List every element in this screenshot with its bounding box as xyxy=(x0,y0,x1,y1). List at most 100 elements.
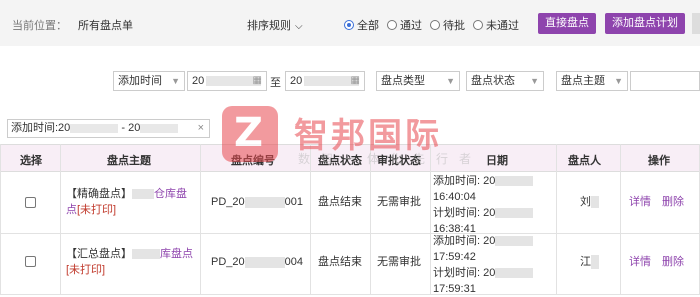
radio-label: 全部 xyxy=(357,20,379,32)
radio-label: 通过 xyxy=(400,20,422,32)
subject-type: 【精确盘点】 xyxy=(66,188,132,200)
col-header-subject: 盘点主题 xyxy=(107,155,151,167)
redacted xyxy=(591,196,599,209)
time-type-select[interactable]: 添加时间 ▼ xyxy=(113,71,185,91)
detail-link[interactable]: 详情 xyxy=(629,194,651,210)
delete-link[interactable]: 删除 xyxy=(662,254,684,270)
date-time: 16:40:04 xyxy=(433,191,476,203)
select-value: 盘点类型 xyxy=(381,75,425,87)
date-label: 添加时间: 20 xyxy=(433,175,496,187)
row-code: PD_20 001 xyxy=(211,194,303,210)
row-subject[interactable]: 【精确盘点】 仓库盘 点[未打印] xyxy=(66,186,194,218)
grid-line xyxy=(200,144,201,295)
chevron-down-icon: ▼ xyxy=(614,76,623,86)
subject-link[interactable]: 库盘点 xyxy=(160,248,193,260)
row-checkbox[interactable] xyxy=(25,197,36,208)
grid-line xyxy=(620,144,621,295)
grid-line xyxy=(556,144,557,295)
inventory-type-select[interactable]: 盘点类型 ▼ xyxy=(376,71,460,91)
date-to-input[interactable]: 20 ▦ xyxy=(285,71,365,91)
radio-all[interactable]: 全部 xyxy=(344,17,379,33)
select-value: 盘点主题 xyxy=(561,75,605,87)
chevron-down-icon: ▼ xyxy=(171,76,180,86)
row-approval: 无需审批 xyxy=(377,196,421,208)
overflow-button[interactable] xyxy=(692,13,700,34)
redacted xyxy=(140,123,179,133)
date-label: 计划时间: 20 xyxy=(433,207,496,219)
radio-approved[interactable]: 通过 xyxy=(387,17,422,33)
row-checkbox[interactable] xyxy=(25,256,36,267)
inventory-status-select[interactable]: 盘点状态 ▼ xyxy=(466,71,544,91)
print-flag: [未打印] xyxy=(66,264,106,276)
row-code: PD_20 004 xyxy=(211,254,303,270)
sort-dropdown[interactable]: 排序规则 ⌵ xyxy=(247,17,303,33)
subject-type: 【汇总盘点】 xyxy=(66,248,132,260)
code-suffix: 004 xyxy=(284,256,303,268)
date-separator: 至 xyxy=(270,77,281,89)
direct-inventory-button[interactable]: 直接盘点 xyxy=(538,13,596,34)
row-status: 盘点结束 xyxy=(318,196,362,208)
row-approval: 无需审批 xyxy=(377,256,421,268)
radio-dot xyxy=(430,20,440,30)
row-subject[interactable]: 【汇总盘点】 库盘点 [未打印] xyxy=(66,246,194,278)
print-flag: [未打印] xyxy=(77,204,117,216)
delete-link[interactable]: 删除 xyxy=(662,194,684,210)
watermark-logo: Z xyxy=(222,106,278,162)
redacted xyxy=(495,268,534,279)
row-divider xyxy=(0,233,700,234)
row-person: 刘 xyxy=(580,194,599,210)
detail-link[interactable]: 详情 xyxy=(629,254,651,270)
tag-prefix: 添加时间:20 xyxy=(11,122,71,134)
radio-label: 未通过 xyxy=(486,20,519,32)
date-time: 17:59:42 xyxy=(433,251,476,263)
date-label: 计划时间: 20 xyxy=(433,267,496,279)
radio-pending[interactable]: 待批 xyxy=(430,17,465,33)
row-dates: 添加时间: 20 17:59:42 计划时间: 20 17:59:31 xyxy=(433,233,553,297)
redacted xyxy=(591,255,599,270)
row-dates: 添加时间: 20 16:40:04 计划时间: 20 16:38:41 xyxy=(433,173,553,237)
col-header-date: 日期 xyxy=(486,155,508,167)
radio-dot xyxy=(344,20,354,30)
row-person: 江 xyxy=(580,254,599,270)
tag-mid: - 20 xyxy=(118,122,141,134)
radio-dot xyxy=(387,20,397,30)
chevron-down-icon: ▼ xyxy=(446,76,455,86)
subject-link[interactable]: 点 xyxy=(66,204,77,216)
watermark-logo-letter: Z xyxy=(234,110,264,156)
redacted xyxy=(495,208,534,219)
code-prefix: PD_20 xyxy=(211,196,245,208)
date-label: 添加时间: 20 xyxy=(433,235,496,247)
inventory-subject-select[interactable]: 盘点主题 ▼ xyxy=(556,71,628,91)
radio-rejected[interactable]: 未通过 xyxy=(473,17,519,33)
date-time: 17:59:31 xyxy=(433,283,476,295)
redacted xyxy=(495,176,534,187)
date-value: 20 xyxy=(192,75,205,87)
person-name: 刘 xyxy=(580,196,591,208)
select-value: 盘点状态 xyxy=(471,75,515,87)
sort-label: 排序规则 xyxy=(247,20,291,32)
row-status: 盘点结束 xyxy=(318,256,362,268)
breadcrumb-label: 当前位置： xyxy=(12,20,67,32)
close-icon[interactable]: × xyxy=(198,120,204,137)
calendar-icon: ▦ xyxy=(252,75,262,86)
subject-link[interactable]: 仓库盘 xyxy=(154,188,187,200)
watermark-subtitle: 数智一体化先行者 xyxy=(298,152,483,166)
col-header-actions: 操作 xyxy=(648,155,670,167)
keyword-input[interactable] xyxy=(630,71,700,91)
redacted xyxy=(244,256,285,268)
select-value: 添加时间 xyxy=(118,75,162,87)
date-from-input[interactable]: 20 ▦ xyxy=(187,71,267,91)
date-value: 20 xyxy=(290,75,303,87)
redacted xyxy=(495,236,534,247)
code-prefix: PD_20 xyxy=(211,256,245,268)
chevron-down-icon: ⌵ xyxy=(295,21,303,32)
add-inventory-plan-button[interactable]: 添加盘点计划 xyxy=(605,13,685,34)
redacted xyxy=(244,196,285,208)
radio-dot xyxy=(473,20,483,30)
redacted xyxy=(70,123,119,133)
person-name: 江 xyxy=(580,256,591,268)
code-suffix: 001 xyxy=(284,196,303,208)
calendar-icon: ▦ xyxy=(350,75,360,86)
chevron-down-icon: ▼ xyxy=(530,76,539,86)
grid-line xyxy=(60,144,61,295)
